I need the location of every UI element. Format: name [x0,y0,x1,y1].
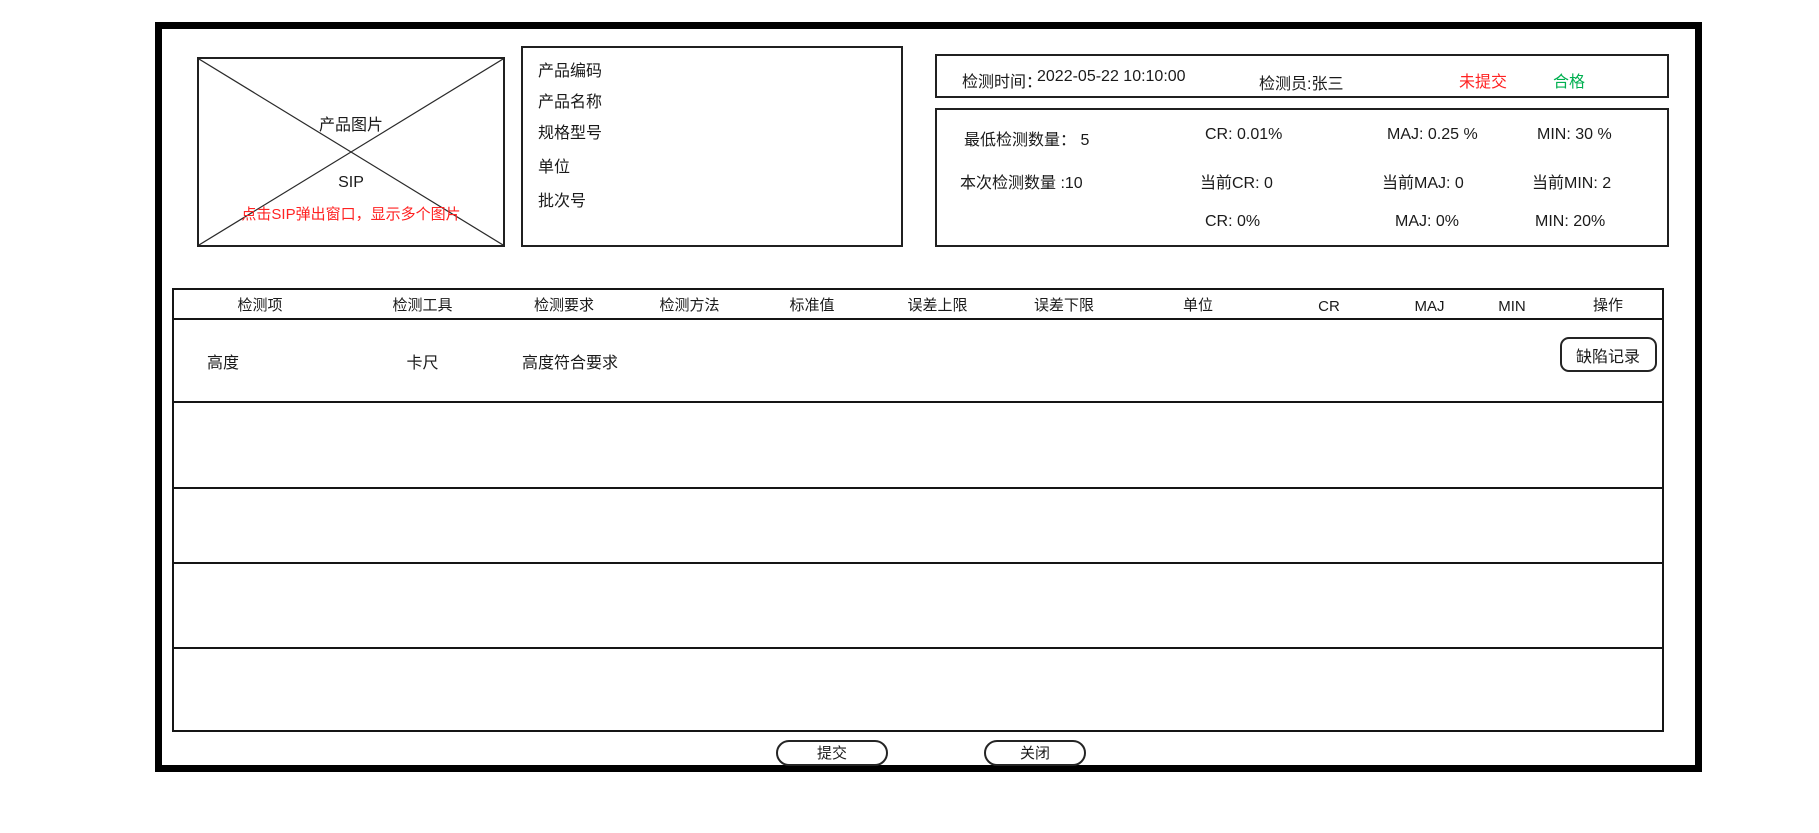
col-header-min: MIN [1470,298,1554,318]
stat-current-min: 当前MIN: 2 [1532,169,1611,193]
stat-min-limit: MIN: 30 % [1537,126,1612,144]
result-status-badge: 合格 [1553,68,1585,92]
col-header-cr: CR [1269,298,1389,318]
defect-record-button[interactable]: 缺陷记录 [1560,337,1657,372]
col-header-action: 操作 [1554,294,1662,318]
sip-label[interactable]: SIP [199,174,503,192]
inspection-dialog: 产品图片 SIP 点击SIP弹出窗口，显示多个图片 产品编码 产品名称 规格型号… [155,22,1702,772]
table-row-empty [174,649,1662,730]
col-header-maj: MAJ [1389,298,1470,318]
inspection-stats-panel: 最低检测数量： 5 CR: 0.01% MAJ: 0.25 % MIN: 30 … [935,108,1669,247]
col-header-standard: 标准值 [750,294,874,318]
col-header-upper-tolerance: 误差上限 [874,294,1001,318]
close-button[interactable]: 关闭 [984,740,1086,766]
table-row-empty [174,403,1662,489]
stat-current-maj: 当前MAJ: 0 [1382,169,1464,193]
field-batch-no: 批次号 [538,186,901,217]
field-unit: 单位 [538,152,901,183]
submit-status-badge: 未提交 [1459,68,1507,92]
col-header-method: 检测方法 [629,294,750,318]
inspector-name: 检测员:张三 [1259,70,1343,94]
sip-hint-text: 点击SIP弹出窗口，显示多个图片 [199,203,503,224]
cell-tool: 卡尺 [346,349,499,373]
col-header-item: 检测项 [174,294,346,318]
cell-item: 高度 [174,349,346,373]
stat-min-rate: MIN: 20% [1535,213,1605,231]
product-image-label: 产品图片 [199,111,503,135]
stat-maj-rate: MAJ: 0% [1395,213,1459,231]
inspection-items-table: 检测项 检测工具 检测要求 检测方法 标准值 误差上限 误差下限 单位 CR M… [172,288,1664,732]
col-header-unit: 单位 [1127,294,1269,318]
stat-current-cr: 当前CR: 0 [1200,169,1273,193]
col-header-requirement: 检测要求 [499,294,629,318]
stat-cr-rate: CR: 0% [1205,213,1260,231]
table-row: 高度 卡尺 高度符合要求 缺陷记录 [174,320,1662,403]
submit-button[interactable]: 提交 [776,740,888,766]
table-row-empty [174,489,1662,564]
stat-current-qty: 本次检测数量 :10 [960,169,1083,193]
stat-cr-limit: CR: 0.01% [1205,126,1282,144]
field-spec-model: 规格型号 [538,118,901,149]
stat-min-qty: 最低检测数量： 5 [964,126,1089,150]
inspection-time-label: 检测时间： [962,68,1042,92]
field-product-name: 产品名称 [538,87,901,118]
field-product-code: 产品编码 [538,56,901,87]
col-header-lower-tolerance: 误差下限 [1001,294,1127,318]
cell-requirement: 高度符合要求 [499,349,629,373]
stat-maj-limit: MAJ: 0.25 % [1387,126,1478,144]
table-header-row: 检测项 检测工具 检测要求 检测方法 标准值 误差上限 误差下限 单位 CR M… [174,290,1662,320]
table-row-empty [174,564,1662,649]
inspection-status-bar: 检测时间： 2022-05-22 10:10:00 检测员:张三 未提交 合格 [935,54,1669,98]
product-info-panel: 产品编码 产品名称 规格型号 单位 批次号 [521,46,903,247]
inspection-time-value: 2022-05-22 10:10:00 [1037,68,1186,86]
product-image-placeholder[interactable]: 产品图片 SIP 点击SIP弹出窗口，显示多个图片 [197,57,505,247]
col-header-tool: 检测工具 [346,294,499,318]
